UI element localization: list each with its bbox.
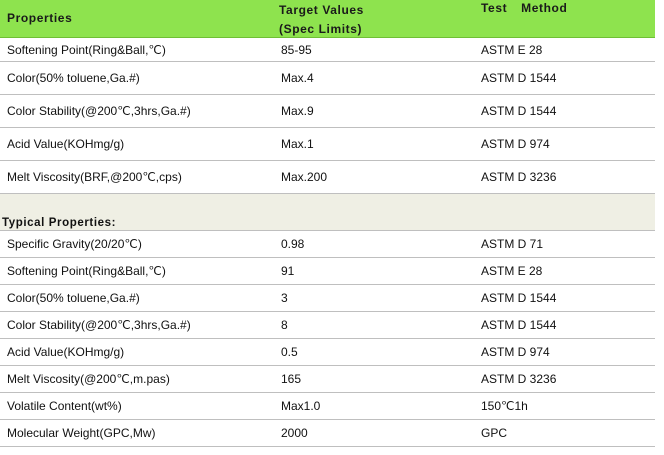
method-cell: ASTM D 71 [481, 237, 544, 251]
value-cell: 2000 [281, 426, 308, 440]
method-cell: ASTM D 974 [481, 345, 550, 359]
table-row: Melt Viscosity(BRF,@200℃,cps) Max.200 AS… [0, 161, 655, 194]
header-properties: Properties [7, 11, 73, 25]
property-cell: Color(50% toluene,Ga.#) [7, 71, 140, 85]
value-cell: Max1.0 [281, 399, 321, 413]
property-cell: Color Stability(@200℃,3hrs,Ga.#) [7, 318, 191, 332]
table-row: Molecular Weight(GPC,Mw) 2000 GPC [0, 420, 655, 447]
value-cell: Max.4 [281, 71, 314, 85]
method-cell: ASTM D 3236 [481, 372, 557, 386]
value-cell: 0.98 [281, 237, 305, 251]
table-row: Softening Point(Ring&Ball,℃) 85-95 ASTM … [0, 38, 655, 62]
method-cell: ASTM D 974 [481, 137, 550, 151]
value-cell: 3 [281, 291, 288, 305]
header-target-values: Target Values (Spec Limits) [279, 1, 364, 39]
value-cell: 85-95 [281, 42, 312, 57]
method-cell: 150℃1h [481, 399, 528, 413]
method-cell: ASTM D 3236 [481, 170, 557, 184]
property-cell: Volatile Content(wt%) [7, 399, 122, 413]
value-cell: Max.9 [281, 104, 314, 118]
value-cell: Max.1 [281, 137, 314, 151]
table-row: Acid Value(KOHmg/g) 0.5 ASTM D 974 [0, 339, 655, 366]
table-row: Acid Value(KOHmg/g) Max.1 ASTM D 974 [0, 128, 655, 161]
property-cell: Softening Point(Ring&Ball,℃) [7, 42, 166, 57]
table-row: Color(50% toluene,Ga.#) Max.4 ASTM D 154… [0, 62, 655, 95]
value-cell: 91 [281, 264, 295, 278]
method-cell: ASTM E 28 [481, 42, 543, 57]
table-row: Color Stability(@200℃,3hrs,Ga.#) Max.9 A… [0, 95, 655, 128]
property-cell: Color(50% toluene,Ga.#) [7, 291, 140, 305]
method-cell: ASTM D 1544 [481, 318, 557, 332]
header-target-values-line2: (Spec Limits) [279, 22, 363, 36]
property-cell: Color Stability(@200℃,3hrs,Ga.#) [7, 104, 191, 118]
method-cell: ASTM D 1544 [481, 71, 557, 85]
table-row: Color Stability(@200℃,3hrs,Ga.#) 8 ASTM … [0, 312, 655, 339]
property-cell: Melt Viscosity(BRF,@200℃,cps) [7, 170, 182, 184]
table-row: Volatile Content(wt%) Max1.0 150℃1h [0, 393, 655, 420]
method-cell: ASTM D 1544 [481, 104, 557, 118]
property-cell: Softening Point(Ring&Ball,℃) [7, 264, 166, 278]
table-row: Softening Point(Ring&Ball,℃) 91 ASTM E 2… [0, 258, 655, 285]
property-cell: Melt Viscosity(@200℃,m.pas) [7, 372, 170, 386]
property-cell: Molecular Weight(GPC,Mw) [7, 426, 156, 440]
property-cell: Acid Value(KOHmg/g) [7, 345, 125, 359]
table-row: Specific Gravity(20/20℃) 0.98 ASTM D 71 [0, 231, 655, 258]
properties-table: Properties Target Values (Spec Limits) T… [0, 0, 655, 447]
section-typical-properties: Typical Properties: [0, 194, 655, 231]
value-cell: 8 [281, 318, 288, 332]
method-cell: ASTM E 28 [481, 264, 543, 278]
method-cell: GPC [481, 426, 508, 440]
property-cell: Acid Value(KOHmg/g) [7, 137, 125, 151]
value-cell: 165 [281, 372, 302, 386]
table-row: Melt Viscosity(@200℃,m.pas) 165 ASTM D 3… [0, 366, 655, 393]
property-cell: Specific Gravity(20/20℃) [7, 237, 142, 251]
header-test-method: Test Method [481, 1, 568, 15]
header-target-values-line1: Target Values [279, 3, 364, 17]
value-cell: 0.5 [281, 345, 298, 359]
method-cell: ASTM D 1544 [481, 291, 557, 305]
spec-sheet: Properties Target Values (Spec Limits) T… [0, 0, 664, 455]
value-cell: Max.200 [281, 170, 328, 184]
section-title: Typical Properties: [2, 217, 117, 229]
table-header: Properties Target Values (Spec Limits) T… [0, 0, 655, 38]
table-row: Color(50% toluene,Ga.#) 3 ASTM D 1544 [0, 285, 655, 312]
